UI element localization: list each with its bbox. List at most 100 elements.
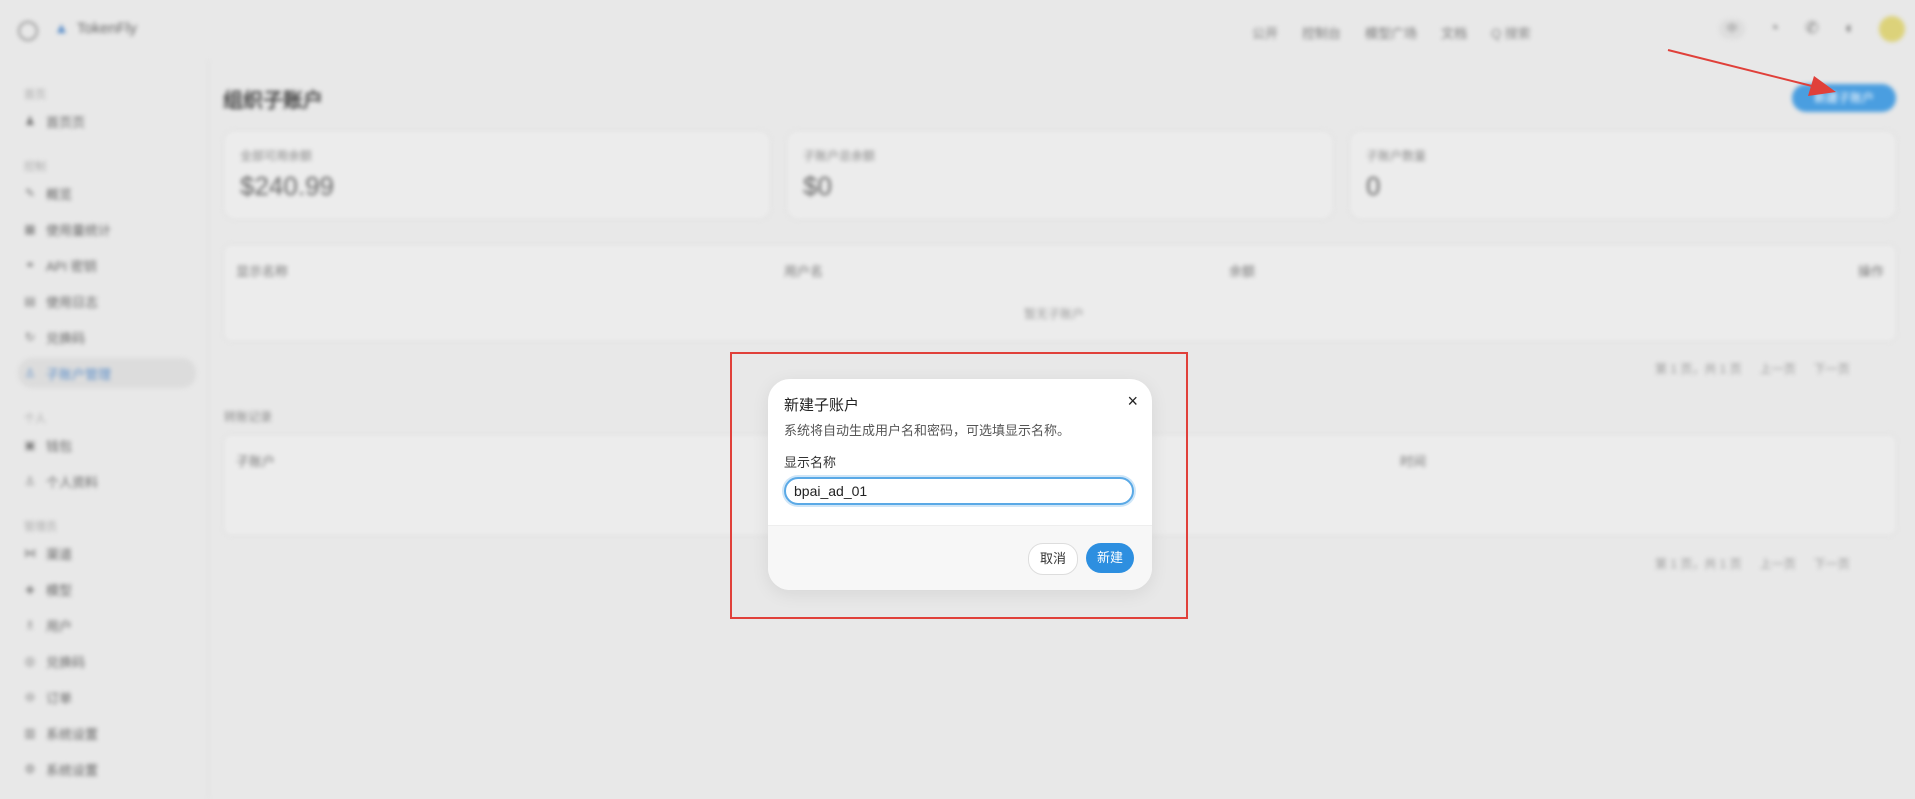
create-subaccount-dialog: 新建子账户 × 系统将自动生成用户名和密码，可选填显示名称。 显示名称 取消 新… [768,379,1152,590]
page-title: 组织子账户 [223,90,323,112]
person-icon: ♙ [24,366,36,380]
top-nav: 公开 控制台 模型广场 文档 Q 搜索 [1252,23,1631,42]
sidebar-item-home[interactable]: ♟ 首页页 [24,110,85,132]
sidebar-item-redeem-admin[interactable]: ◎ 兑换码 [24,650,85,672]
table-header: 余额 [1229,264,1256,279]
sidebar-item-api-keys[interactable]: ⚭ API 密钥 [24,254,97,276]
top-right-tools: 中 ◔ ✆ ◐ [1719,16,1905,42]
table-header: 时间 [1400,454,1427,469]
subaccount-table: 显示名称 用户名 余额 操作 暂无子账户 [223,244,1897,342]
person-icon: ♙ [24,474,36,488]
gear-icon: ⚙ [24,762,36,776]
stat-value: 0 [1366,171,1381,201]
sidebar-item-redeem[interactable]: ↻ 兑换码 [24,326,85,348]
sidebar-item-label: 系统设置 [46,762,99,778]
top-bar: ▲ TokenFly 公开 控制台 模型广场 文档 Q 搜索 中 ◔ ✆ ◐ [0,0,1915,60]
nav-models[interactable]: 模型广场 [1365,23,1417,42]
stat-label: 子账户总余额 [803,149,876,163]
sidebar-item-subaccounts[interactable]: ♙ 子账户管理 [18,358,196,388]
sidebar-item-label: 概览 [46,186,73,202]
avatar[interactable] [1879,16,1905,42]
sidebar-item-label: 订单 [46,690,73,706]
prev-page-button[interactable]: 上一页 [1760,360,1796,377]
cancel-button[interactable]: 取消 [1028,543,1078,575]
sidebar-item-label: 使用量统计 [46,222,112,238]
table-header: 显示名称 [236,264,289,279]
pen-icon: ✎ [24,186,36,200]
sidebar-item-models[interactable]: ◈ 模型 [24,578,72,600]
language-toggle[interactable]: 中 [1719,19,1745,39]
stat-card-available: 全部可用余额 $240.99 [223,130,771,220]
sidebar-group-control: 控制 [24,161,46,173]
bell-icon[interactable]: ◔ [1765,20,1783,38]
sidebar-item-label: 兑换码 [46,330,86,346]
stat-value: $0 [803,171,832,201]
user-icon: ♟ [24,114,36,128]
channel-icon: ⋈ [24,546,36,560]
sidebar-item-label: 首页页 [46,114,86,130]
create-subaccount-button[interactable]: 新建子账户 [1792,84,1896,112]
prev-page-button[interactable]: 上一页 [1760,555,1796,572]
next-page-button[interactable]: 下一页 [1814,360,1850,377]
nav-console[interactable]: 控制台 [1302,23,1341,42]
nav-search[interactable]: Q 搜索 [1491,23,1631,42]
stat-label: 全部可用余额 [240,149,313,163]
empty-state: 暂无子账户 [1024,307,1085,321]
sidebar-item-label: 模型 [46,582,73,598]
sidebar-item-system-settings[interactable]: ▥ 系统设置 [24,722,98,744]
sidebar-item-label: 个人资料 [46,474,99,490]
sidebar-item-wallet[interactable]: ▣ 钱包 [24,434,72,456]
nav-public[interactable]: 公开 [1252,23,1278,42]
sidebar-item-label: 钱包 [46,438,73,454]
sidebar-group-home: 首页 [24,89,46,101]
wallet-icon: ▣ [24,438,36,452]
ticket-icon: ◎ [24,654,36,668]
sidebar: 首页 ♟ 首页页 控制 ✎ 概览 ▦ 使用量统计 ⚭ API 密钥 ▤ 使用日志 ↻ 兑换码… [0,60,209,799]
settings-icon: ▥ [24,726,36,740]
stat-card-sub-balance: 子账户总余额 $0 [786,130,1334,220]
sidebar-item-label: 使用日志 [46,294,99,310]
sidebar-group-admin: 管理员 [24,521,57,533]
display-name-input[interactable] [784,477,1134,505]
sidebar-item-usage[interactable]: ▦ 使用量统计 [24,218,111,240]
stat-value: $240.99 [240,171,334,201]
sidebar-item-channels[interactable]: ⋈ 渠道 [24,542,72,564]
cube-icon: ◈ [25,582,35,596]
close-icon[interactable]: × [1127,391,1138,412]
table-header: 子账户 [236,454,276,469]
sidebar-item-overview[interactable]: ✎ 概览 [24,182,72,204]
page-info: 第 1 页，共 1 页 [1655,557,1742,571]
sidebar-item-label: 兑换码 [46,654,86,670]
order-icon: ⊝ [24,690,36,704]
stat-label: 子账户数量 [1366,149,1427,163]
table-header: 操作 [1858,264,1885,279]
logo-icon: ▲ [54,20,69,37]
nav-docs[interactable]: 文档 [1441,23,1467,42]
brand[interactable]: ▲ TokenFly [54,20,137,37]
sidebar-item-users[interactable]: ♗ 用户 [24,614,72,636]
sidebar-item-profile[interactable]: ♙ 个人资料 [24,470,98,492]
pagination: 第 1 页，共 1 页 上一页 下一页 [1655,360,1850,377]
sidebar-item-orders[interactable]: ⊝ 订单 [24,686,72,708]
next-page-button[interactable]: 下一页 [1814,555,1850,572]
display-name-label: 显示名称 [784,455,837,470]
dialog-footer: 取消 新建 [768,525,1152,590]
theme-icon[interactable]: ◐ [1841,20,1859,38]
sidebar-item-system-config[interactable]: ⚙ 系统设置 [24,758,98,780]
dialog-description: 系统将自动生成用户名和密码，可选填显示名称。 [784,423,1071,438]
table-header: 用户名 [784,264,824,279]
sidebar-item-label: 子账户管理 [46,366,112,382]
brand-name: TokenFly [76,20,137,37]
sidebar-item-logs[interactable]: ▤ 使用日志 [24,290,98,312]
refresh-icon: ↻ [24,330,36,344]
pagination: 第 1 页，共 1 页 上一页 下一页 [1655,555,1850,572]
create-button[interactable]: 新建 [1086,543,1134,573]
link-icon: ⚭ [24,258,36,272]
sidebar-toggle-icon[interactable] [18,21,38,41]
doc-icon: ▤ [24,294,36,308]
sidebar-group-personal: 个人 [24,413,46,425]
phone-icon[interactable]: ✆ [1803,20,1821,38]
users-icon: ♗ [24,618,36,632]
stat-card-sub-count: 子账户数量 0 [1349,130,1897,220]
sidebar-item-label: 用户 [46,618,73,634]
